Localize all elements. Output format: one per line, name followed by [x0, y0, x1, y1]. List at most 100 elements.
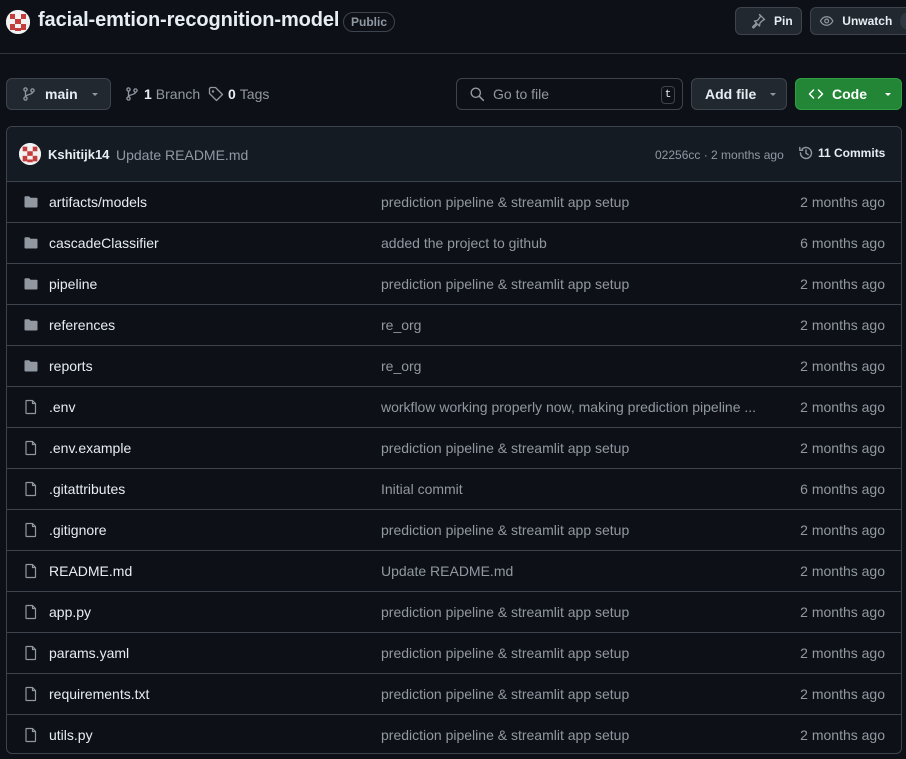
add-file-label: Add file	[705, 86, 757, 102]
file-commit-message-link[interactable]: prediction pipeline & streamlit app setu…	[381, 727, 629, 743]
commits-count-label: 11 Commits	[818, 146, 886, 160]
code-label: Code	[832, 86, 867, 102]
repo-page: facial-emtion-recognition-model Public P…	[0, 0, 906, 759]
file-commit-message-link[interactable]: Update README.md	[381, 563, 513, 579]
file-icon	[23, 399, 39, 415]
file-row[interactable]: params.yaml prediction pipeline & stream…	[7, 633, 901, 674]
commit-author-avatar[interactable]	[19, 143, 41, 165]
branch-count: 1	[144, 86, 152, 102]
eye-icon	[819, 16, 834, 26]
keyboard-shortcut-hint: t	[661, 86, 675, 104]
tags-link[interactable]: 0 Tags	[208, 86, 269, 102]
file-commit-message-link[interactable]: re_org	[381, 358, 421, 374]
file-commit-message-link[interactable]: workflow working properly now, making pr…	[381, 399, 756, 415]
commit-author-link[interactable]: Kshitijk14	[48, 147, 109, 162]
file-name-link[interactable]: .env.example	[49, 440, 131, 456]
code-button[interactable]: Code	[795, 78, 902, 110]
branch-name: main	[45, 86, 78, 102]
file-commit-age: 2 months ago	[800, 686, 885, 702]
file-row[interactable]: reports re_org 2 months ago	[7, 346, 901, 387]
file-name-link[interactable]: .gitignore	[49, 522, 107, 538]
file-row[interactable]: artifacts/models prediction pipeline & s…	[7, 182, 901, 223]
tag-count-label: Tags	[239, 86, 270, 102]
file-commit-age: 2 months ago	[800, 399, 885, 415]
file-row[interactable]: references re_org 2 months ago	[7, 305, 901, 346]
file-name-link[interactable]: requirements.txt	[49, 686, 149, 702]
file-row[interactable]: .env workflow working properly now, maki…	[7, 387, 901, 428]
file-commit-age: 2 months ago	[800, 276, 885, 292]
file-commit-message-link[interactable]: prediction pipeline & streamlit app setu…	[381, 194, 629, 210]
file-name-link[interactable]: README.md	[49, 563, 132, 579]
file-name-link[interactable]: references	[49, 317, 115, 333]
file-name-link[interactable]: params.yaml	[49, 645, 129, 661]
commit-sha-time[interactable]: 02256cc · 2 months ago	[655, 148, 784, 162]
file-commit-age: 2 months ago	[800, 563, 885, 579]
repo-owner-avatar[interactable]	[6, 10, 30, 34]
file-icon	[23, 686, 39, 702]
file-commit-age: 2 months ago	[800, 645, 885, 661]
latest-commit-bar: Kshitijk14 Update README.md 02256cc · 2 …	[7, 127, 901, 182]
chevron-down-icon	[885, 93, 891, 96]
file-row[interactable]: .gitignore prediction pipeline & streaml…	[7, 510, 901, 551]
branch-count-label: Branch	[155, 86, 201, 102]
file-commit-message-link[interactable]: prediction pipeline & streamlit app setu…	[381, 645, 629, 661]
file-name-link[interactable]: reports	[49, 358, 93, 374]
file-commit-message-link[interactable]: prediction pipeline & streamlit app setu…	[381, 522, 629, 538]
file-commit-message-link[interactable]: prediction pipeline & streamlit app setu…	[381, 276, 629, 292]
commit-message-link[interactable]: Update README.md	[116, 147, 248, 163]
file-name-link[interactable]: cascadeClassifier	[49, 235, 159, 251]
unwatch-label: Unwatch	[842, 14, 893, 28]
go-to-file-input[interactable]	[493, 86, 643, 102]
file-name-link[interactable]: utils.py	[49, 727, 93, 743]
file-icon	[23, 481, 39, 497]
search-icon	[470, 87, 485, 102]
branches-link[interactable]: 1 Branch	[124, 86, 200, 102]
file-commit-age: 6 months ago	[800, 481, 885, 497]
repo-name-link[interactable]: facial-emtion-recognition-model	[38, 9, 339, 32]
unwatch-button[interactable]: Unwatch 1	[810, 7, 906, 35]
file-row[interactable]: .env.example prediction pipeline & strea…	[7, 428, 901, 469]
visibility-badge: Public	[343, 12, 396, 32]
git-branch-icon	[126, 87, 138, 101]
file-row[interactable]: README.md Update README.md 2 months ago	[7, 551, 901, 592]
file-commit-age: 6 months ago	[800, 235, 885, 251]
file-commit-message-link[interactable]: prediction pipeline & streamlit app setu…	[381, 604, 629, 620]
file-commit-age: 2 months ago	[800, 604, 885, 620]
code-icon	[808, 89, 824, 99]
file-commit-age: 2 months ago	[800, 194, 885, 210]
file-name-link[interactable]: .env	[49, 399, 75, 415]
file-row[interactable]: utils.py prediction pipeline & streamlit…	[7, 715, 901, 753]
folder-icon	[23, 194, 39, 210]
pin-button[interactable]: Pin	[735, 7, 802, 35]
go-to-file-search[interactable]: t	[456, 78, 683, 110]
file-row[interactable]: requirements.txt prediction pipeline & s…	[7, 674, 901, 715]
watcher-count: 1	[900, 12, 906, 30]
tag-count: 0	[228, 86, 236, 102]
pin-icon	[751, 13, 766, 29]
file-row[interactable]: pipeline prediction pipeline & streamlit…	[7, 264, 901, 305]
file-commit-message-link[interactable]: prediction pipeline & streamlit app setu…	[381, 440, 629, 456]
commits-history-link[interactable]: 11 Commits	[798, 145, 885, 161]
file-name-link[interactable]: app.py	[49, 604, 91, 620]
add-file-button[interactable]: Add file	[691, 78, 787, 110]
branch-selector-button[interactable]: main	[6, 78, 111, 110]
file-name-link[interactable]: .gitattributes	[49, 481, 125, 497]
file-name-link[interactable]: pipeline	[49, 276, 97, 292]
file-name-link[interactable]: artifacts/models	[49, 194, 147, 210]
file-commit-message-link[interactable]: Initial commit	[381, 481, 463, 497]
git-branch-icon	[23, 87, 35, 101]
chevron-down-icon	[770, 93, 777, 96]
file-commit-age: 2 months ago	[800, 440, 885, 456]
file-icon	[23, 522, 39, 538]
file-icon	[23, 604, 39, 620]
file-icon	[23, 440, 39, 456]
file-row[interactable]: cascadeClassifier added the project to g…	[7, 223, 901, 264]
file-commit-message-link[interactable]: added the project to github	[381, 235, 547, 251]
file-row[interactable]: .gitattributes Initial commit 6 months a…	[7, 469, 901, 510]
file-row[interactable]: app.py prediction pipeline & streamlit a…	[7, 592, 901, 633]
folder-icon	[23, 317, 39, 333]
file-commit-message-link[interactable]: prediction pipeline & streamlit app setu…	[381, 686, 629, 702]
chevron-down-icon	[91, 93, 98, 96]
file-commit-message-link[interactable]: re_org	[381, 317, 421, 333]
file-icon	[23, 727, 39, 743]
